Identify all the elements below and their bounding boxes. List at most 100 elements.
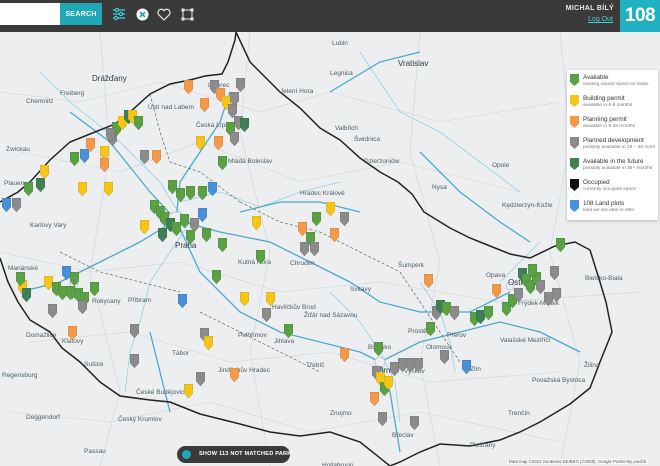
map-marker-planned[interactable]: [552, 288, 561, 302]
map-marker-available[interactable]: [202, 228, 211, 242]
map-marker-planned[interactable]: [230, 132, 239, 146]
map-marker-available[interactable]: [218, 238, 227, 252]
map-marker-planning[interactable]: [492, 284, 501, 298]
map-marker-planning[interactable]: [230, 368, 239, 382]
place-label: Jihlava: [274, 338, 295, 345]
map-marker-available[interactable]: [484, 306, 493, 320]
map-marker-future[interactable]: [36, 178, 45, 192]
map-marker-available[interactable]: [284, 324, 293, 338]
map-marker-planning[interactable]: [214, 136, 223, 150]
map-marker-planned[interactable]: [78, 300, 87, 314]
map-marker-planning[interactable]: [152, 150, 161, 164]
legend-item-available-future[interactable]: Available in the future possibly availab…: [570, 158, 655, 179]
map-marker-planned[interactable]: [236, 78, 245, 92]
map-marker-available[interactable]: [180, 214, 189, 228]
legend-desc: land we are able to offer: [583, 208, 635, 213]
legend-item-land-plots[interactable]: 108 Land plots land we are able to offer: [570, 200, 655, 221]
map-marker-available[interactable]: [556, 238, 565, 252]
search-button[interactable]: SEARCH: [60, 3, 102, 25]
map-marker-planning[interactable]: [340, 348, 349, 362]
map-marker-available[interactable]: [176, 188, 185, 202]
map-marker-available[interactable]: [134, 116, 143, 130]
map-marker-planned[interactable]: [514, 288, 523, 302]
map-marker-planning[interactable]: [370, 392, 379, 406]
map-marker-future[interactable]: [240, 118, 249, 132]
map-marker-planned[interactable]: [130, 354, 139, 368]
map-marker-building[interactable]: [104, 182, 113, 196]
map-marker-available[interactable]: [24, 182, 33, 196]
map-marker-planning[interactable]: [200, 98, 209, 112]
search-input[interactable]: [0, 3, 60, 25]
map-marker-available[interactable]: [212, 270, 221, 284]
map-marker-planned[interactable]: [378, 412, 387, 426]
legend-item-occupied[interactable]: Occupied currently occupied space: [570, 179, 655, 200]
legend-item-available[interactable]: Available existing vacant space for leas…: [570, 74, 655, 95]
map-marker-planned[interactable]: [106, 128, 115, 142]
map-marker-available[interactable]: [186, 230, 195, 244]
map-marker-planned[interactable]: [310, 242, 319, 256]
map-marker-building[interactable]: [326, 202, 335, 216]
map-marker-available[interactable]: [186, 186, 195, 200]
map-marker-building[interactable]: [40, 165, 49, 179]
map-marker-available[interactable]: [528, 264, 537, 278]
map-marker-planned[interactable]: [140, 150, 149, 164]
map-marker-planned[interactable]: [12, 198, 21, 212]
map-marker-building[interactable]: [266, 292, 275, 306]
place-label: Příbram: [128, 297, 152, 304]
map-marker-planned[interactable]: [414, 358, 423, 372]
map-marker-planning[interactable]: [330, 228, 339, 242]
close-icon[interactable]: [134, 6, 150, 22]
map-marker-land[interactable]: [208, 182, 217, 196]
map-canvas[interactable]: DrážďanyVratislavLiberecJelení HoraFreib…: [0, 32, 660, 466]
map-marker-planned[interactable]: [450, 306, 459, 320]
heart-icon[interactable]: [156, 6, 172, 22]
map-marker-available[interactable]: [426, 322, 435, 336]
show-unmatched-parks-toggle[interactable]: SHOW 113 NOT MATCHED PARKS: [177, 446, 295, 463]
place-label: Mariánské: [8, 265, 38, 272]
map-marker-planning[interactable]: [424, 274, 433, 288]
map-marker-available[interactable]: [16, 272, 25, 286]
map-marker-future[interactable]: [22, 288, 31, 302]
map-marker-available[interactable]: [256, 250, 265, 264]
map-marker-building[interactable]: [140, 220, 149, 234]
map-marker-planned[interactable]: [300, 242, 309, 256]
map-marker-available[interactable]: [312, 212, 321, 226]
map-marker-planning[interactable]: [100, 158, 109, 172]
logout-link[interactable]: Log Out: [588, 16, 613, 23]
map-marker-building[interactable]: [184, 384, 193, 398]
map-marker-available[interactable]: [198, 186, 207, 200]
map-marker-planning[interactable]: [68, 326, 77, 340]
map-marker-planning[interactable]: [86, 138, 95, 152]
map-marker-building[interactable]: [204, 336, 213, 350]
marker-occupied-icon: [570, 179, 579, 191]
map-marker-land[interactable]: [2, 198, 11, 212]
map-marker-future[interactable]: [158, 228, 167, 242]
map-marker-available[interactable]: [70, 152, 79, 166]
map-marker-available[interactable]: [70, 272, 79, 286]
map-marker-planning[interactable]: [184, 80, 193, 94]
map-marker-building[interactable]: [240, 292, 249, 306]
legend-item-planning-permit[interactable]: Planning permit available in 9-18 months: [570, 116, 655, 137]
map-marker-planned[interactable]: [340, 212, 349, 226]
map-marker-building[interactable]: [196, 136, 205, 150]
map-marker-planned[interactable]: [410, 416, 419, 430]
map-marker-land[interactable]: [462, 360, 471, 374]
map-marker-available[interactable]: [90, 282, 99, 296]
map-marker-land[interactable]: [198, 208, 207, 222]
map-marker-planned[interactable]: [550, 266, 559, 280]
map-marker-available[interactable]: [374, 342, 383, 356]
map-marker-building[interactable]: [78, 182, 87, 196]
map-marker-planned[interactable]: [130, 324, 139, 338]
map-marker-building[interactable]: [384, 376, 393, 390]
legend-item-planned-development[interactable]: Planned development possibly available i…: [570, 137, 655, 158]
map-marker-planned[interactable]: [48, 304, 57, 318]
map-marker-land[interactable]: [178, 294, 187, 308]
fullscreen-icon[interactable]: [179, 6, 195, 22]
filter-sliders-icon[interactable]: [111, 6, 127, 22]
map-marker-planned[interactable]: [440, 350, 449, 364]
map-marker-planned[interactable]: [196, 372, 205, 386]
legend-item-building-permit[interactable]: Building permit available in 6-9 months: [570, 95, 655, 116]
map-marker-available[interactable]: [218, 156, 227, 170]
map-marker-building[interactable]: [252, 216, 261, 230]
map-marker-planned[interactable]: [262, 308, 271, 322]
